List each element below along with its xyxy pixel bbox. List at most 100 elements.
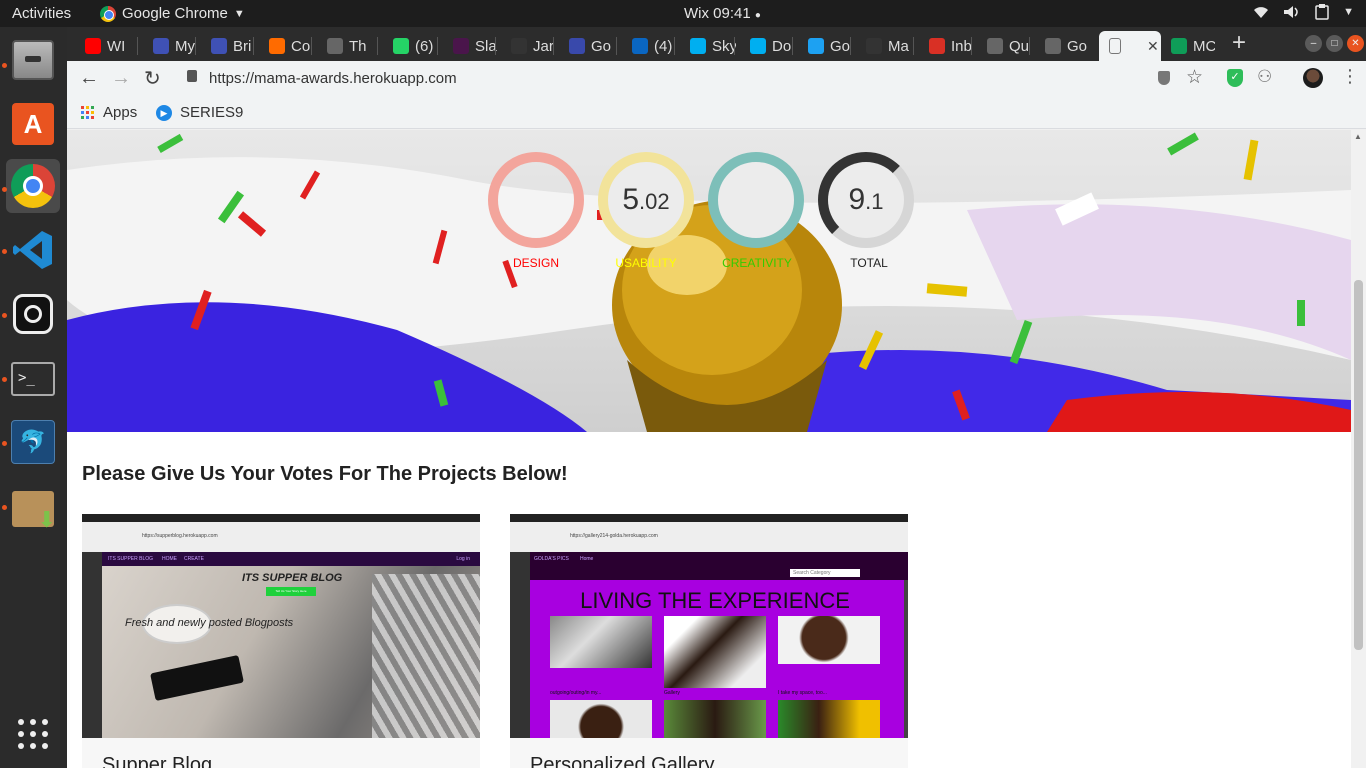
address-bar[interactable]: https://mama-awards.herokuapp.com — [209, 70, 457, 87]
camera-icon — [13, 294, 53, 334]
app-menu[interactable]: Google Chrome ▼ — [100, 5, 245, 22]
files-launcher[interactable] — [6, 33, 60, 87]
tab-separator — [137, 37, 138, 55]
project-card[interactable]: https://supperblog.herokuapp.com ITS SUP… — [82, 514, 480, 768]
creativity-score-circle — [708, 152, 804, 248]
minimize-button[interactable]: – — [1305, 35, 1322, 52]
wifi-icon — [1254, 7, 1269, 18]
tab-label: Inb — [951, 37, 972, 55]
browser-tab[interactable]: (4) — [622, 31, 676, 61]
maximize-button[interactable]: □ — [1326, 35, 1343, 52]
project-screenshot[interactable]: https://supperblog.herokuapp.com ITS SUP… — [82, 514, 480, 738]
chrome-launcher[interactable] — [6, 159, 60, 213]
forward-icon[interactable]: → — [111, 67, 131, 90]
bookmarks-bar: Apps ▶ SERIES9 — [67, 97, 1366, 129]
profile-avatar[interactable] — [1303, 68, 1323, 88]
browser-tab[interactable]: Ma — [856, 31, 915, 61]
lock-icon[interactable] — [187, 70, 197, 82]
chevron-down-icon: ▼ — [1343, 6, 1354, 18]
browser-tab[interactable]: Go — [559, 31, 618, 61]
site-info-icon[interactable] — [1158, 71, 1170, 85]
tab-favicon-icon — [453, 38, 469, 54]
terminal-launcher[interactable]: >_ — [6, 352, 60, 406]
project-name[interactable]: Personalized Gallery — [530, 754, 715, 768]
mini-address-bar: https://supperblog.herokuapp.com — [142, 533, 218, 539]
new-tab-button[interactable]: + — [1232, 29, 1246, 57]
apps-bookmark[interactable]: Apps — [81, 104, 137, 121]
browser-tab[interactable]: Bri — [201, 31, 255, 61]
browser-tab[interactable]: Sla — [443, 31, 497, 61]
close-window-button[interactable]: ✕ — [1347, 35, 1364, 52]
total-score-circle: 9.1 — [818, 152, 914, 248]
browser-tab[interactable]: MC — [1161, 31, 1215, 61]
browser-tab[interactable]: Jar — [501, 31, 555, 61]
browser-tab[interactable]: Qu — [977, 31, 1031, 61]
running-indicator — [2, 377, 7, 382]
creativity-score-label: CREATIVITY — [722, 256, 792, 270]
mini-nav-brand: GOLDA'S PICS — [534, 556, 569, 562]
project-screenshot[interactable]: https://gallery214-golda.herokuapp.com G… — [510, 514, 908, 738]
tab-favicon-icon — [511, 38, 527, 54]
reload-icon[interactable]: ↻ — [144, 66, 161, 91]
tab-label: My — [175, 37, 195, 55]
back-icon[interactable]: ← — [79, 67, 99, 90]
scrollbar-thumb[interactable] — [1354, 280, 1363, 650]
tab-favicon-icon — [269, 38, 285, 54]
tab-separator — [377, 37, 378, 55]
vscode-launcher[interactable] — [6, 223, 60, 277]
browser-tab[interactable]: (6) — [383, 31, 439, 61]
tab-favicon-icon — [1171, 38, 1187, 54]
camera-launcher[interactable] — [6, 287, 60, 341]
design-score-circle — [488, 152, 584, 248]
app-name: Google Chrome — [122, 5, 228, 22]
extension-icon[interactable]: ⚇ — [1257, 67, 1272, 87]
activities-button[interactable]: Activities — [12, 5, 71, 22]
mini-caption: Gallery — [664, 690, 680, 696]
running-indicator — [2, 505, 7, 510]
browser-tab[interactable]: Th — [317, 31, 379, 61]
shield-extension-icon[interactable]: ✓ — [1227, 69, 1243, 87]
browser-tab[interactable]: Go — [798, 31, 852, 61]
browser-tab[interactable]: Co — [259, 31, 313, 61]
page-heading: Please Give Us Your Votes For The Projec… — [82, 463, 568, 485]
series9-bookmark[interactable]: ▶ SERIES9 — [156, 104, 243, 121]
scroll-up-icon[interactable]: ▲ — [1354, 132, 1362, 141]
browser-tab[interactable]: Go — [1035, 31, 1095, 61]
browser-tab[interactable]: WI — [75, 31, 139, 61]
mini-nav-login: Log in — [456, 556, 470, 562]
software-launcher[interactable]: A — [6, 97, 60, 151]
tab-favicon-icon — [393, 38, 409, 54]
tab-separator — [850, 37, 851, 55]
browser-tab[interactable]: Sky — [680, 31, 736, 61]
page-scrollbar[interactable]: ▲ — [1351, 130, 1366, 768]
mini-nav-create: CREATE — [184, 556, 204, 562]
tab-separator — [311, 37, 312, 55]
browser-tab[interactable]: Do — [740, 31, 794, 61]
bookmark-star-icon[interactable]: ☆ — [1186, 66, 1203, 89]
project-name[interactable]: Supper Blog — [102, 754, 212, 768]
mini-address-bar: https://gallery214-golda.herokuapp.com — [570, 533, 658, 539]
series9-bookmark-label: SERIES9 — [180, 104, 244, 121]
show-applications-button[interactable] — [6, 707, 60, 761]
tab-favicon-icon — [690, 38, 706, 54]
tab-label: Go — [1067, 37, 1088, 55]
total-score-value: 9.1 — [848, 183, 884, 216]
system-top-bar: Activities Google Chrome ▼ Wix 09:41 ● ▼ — [0, 0, 1366, 27]
tab-label: Th — [349, 37, 367, 55]
mini-nav-brand: ITS SUPPER BLOG — [108, 556, 154, 562]
close-tab-icon[interactable]: ✕ — [1147, 38, 1159, 55]
launcher-dock: A >_ 🐬 ⬇ — [0, 27, 67, 768]
tab-label: Co — [291, 37, 311, 55]
browser-tab[interactable]: Inb — [919, 31, 973, 61]
project-card[interactable]: https://gallery214-golda.herokuapp.com G… — [510, 514, 908, 768]
tab-active[interactable]: ✕ — [1099, 31, 1161, 61]
clock[interactable]: Wix 09:41 ● — [684, 5, 761, 22]
system-tray[interactable]: ▼ — [1253, 4, 1354, 20]
archive-launcher[interactable]: ⬇ — [6, 482, 60, 536]
browser-tab[interactable]: My — [143, 31, 197, 61]
usability-score-label: USABILITY — [615, 256, 677, 270]
menu-kebab-icon[interactable]: ⋮ — [1341, 66, 1359, 87]
tab-separator — [792, 37, 793, 55]
mysql-workbench-launcher[interactable]: 🐬 — [6, 415, 60, 469]
tab-favicon-icon — [85, 38, 101, 54]
